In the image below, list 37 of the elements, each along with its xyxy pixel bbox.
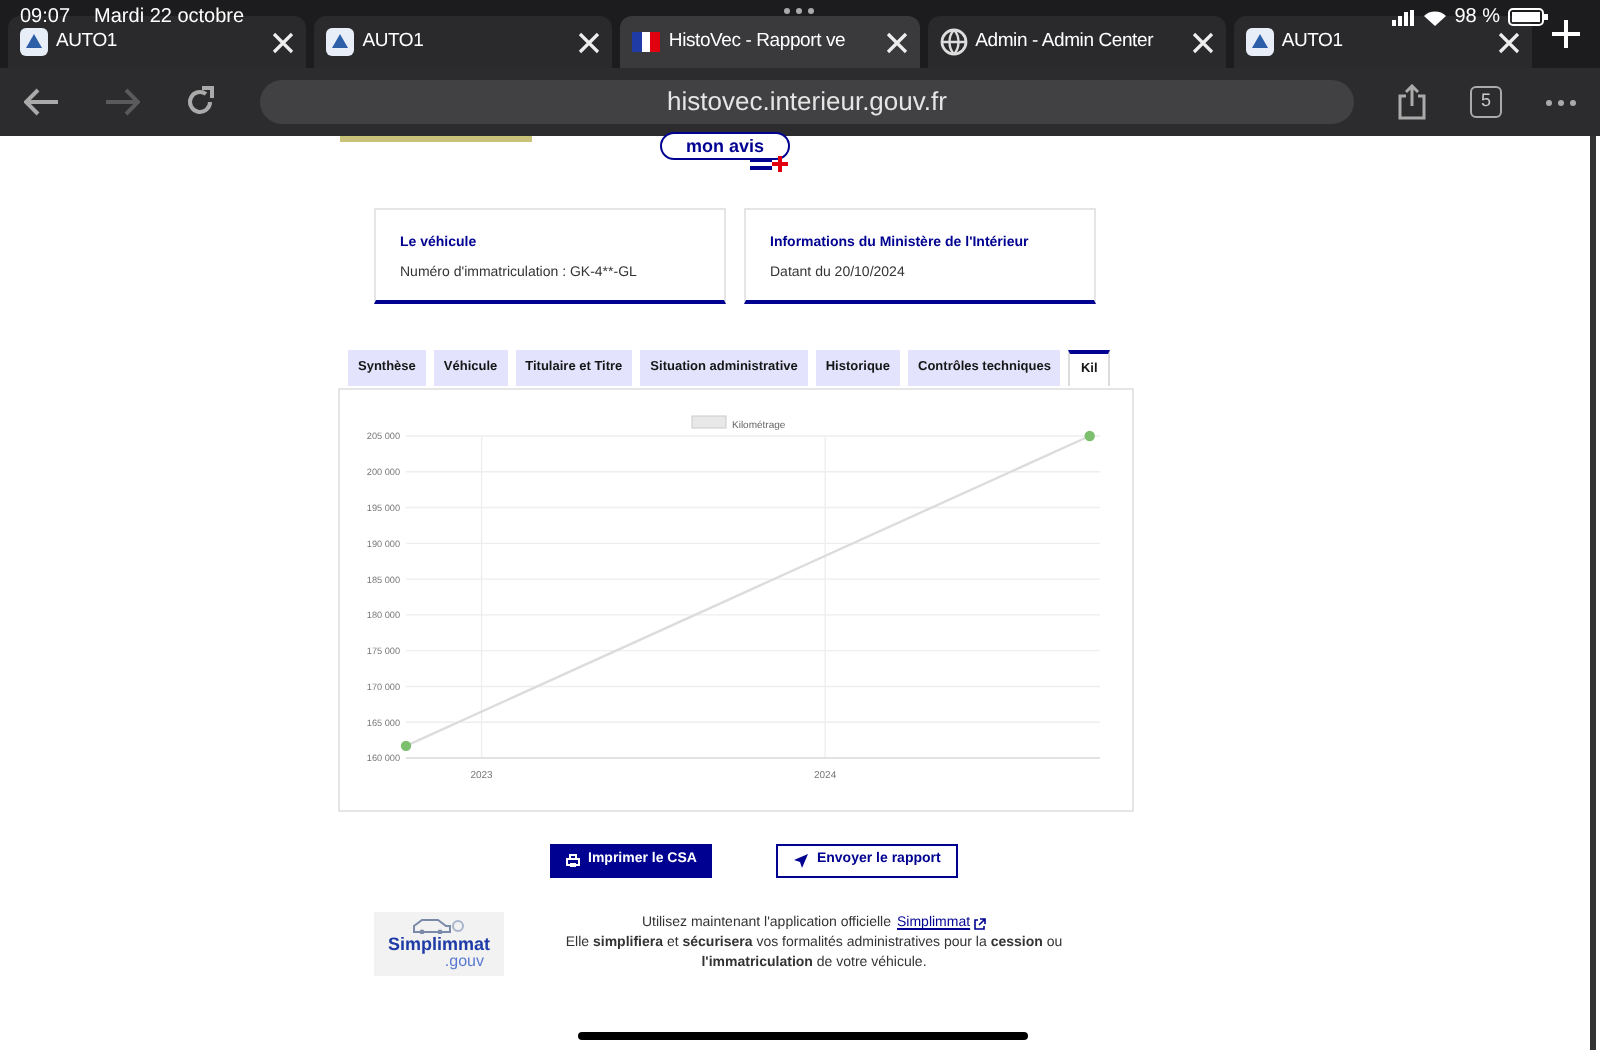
browser-tab[interactable]: Admin - Admin Center (927, 16, 1226, 68)
browser-tab[interactable]: HistoVec - Rapport ve (620, 16, 920, 68)
battery-icon (1508, 8, 1548, 26)
signal-icon (1392, 9, 1417, 25)
wifi-icon (1424, 9, 1447, 25)
app-icon (20, 28, 48, 56)
address-bar[interactable]: histovec.interieur.gouv.fr (260, 80, 1354, 124)
external-link-icon (974, 918, 987, 930)
close-icon[interactable] (272, 31, 295, 53)
app-icon (326, 28, 355, 56)
flag-icon (632, 32, 661, 52)
globe-icon (939, 28, 968, 56)
close-icon[interactable] (1498, 31, 1521, 53)
tab-title: AUTO1 (362, 27, 426, 56)
tab-title: AUTO1 (56, 27, 120, 56)
close-icon[interactable] (885, 31, 908, 53)
reload-icon[interactable] (184, 86, 216, 118)
back-icon[interactable] (24, 88, 60, 116)
tab-count-button[interactable]: 5 (1470, 86, 1502, 118)
logo-text: Simplimmat (387, 934, 490, 954)
tab-title: AUTO1 (1281, 27, 1345, 56)
more-icon[interactable] (1546, 99, 1576, 105)
more-dots-icon[interactable] (784, 8, 814, 14)
logo-subtext: .gouv (444, 954, 484, 970)
feedback-button[interactable]: mon avis (660, 132, 791, 160)
services-publics-logo-icon (750, 156, 790, 172)
close-icon[interactable] (578, 31, 601, 53)
car-icon (409, 918, 469, 934)
plus-icon[interactable] (1552, 20, 1580, 48)
tab-title: HistoVec - Rapport ve (668, 27, 848, 56)
share-icon[interactable] (1398, 84, 1426, 120)
printer-icon (566, 854, 580, 868)
browser-tab[interactable]: AUTO1 (314, 16, 613, 68)
close-icon[interactable] (1191, 31, 1214, 53)
send-icon (794, 854, 809, 868)
tab-title: Admin - Admin Center (975, 27, 1156, 56)
app-icon (1245, 28, 1274, 56)
